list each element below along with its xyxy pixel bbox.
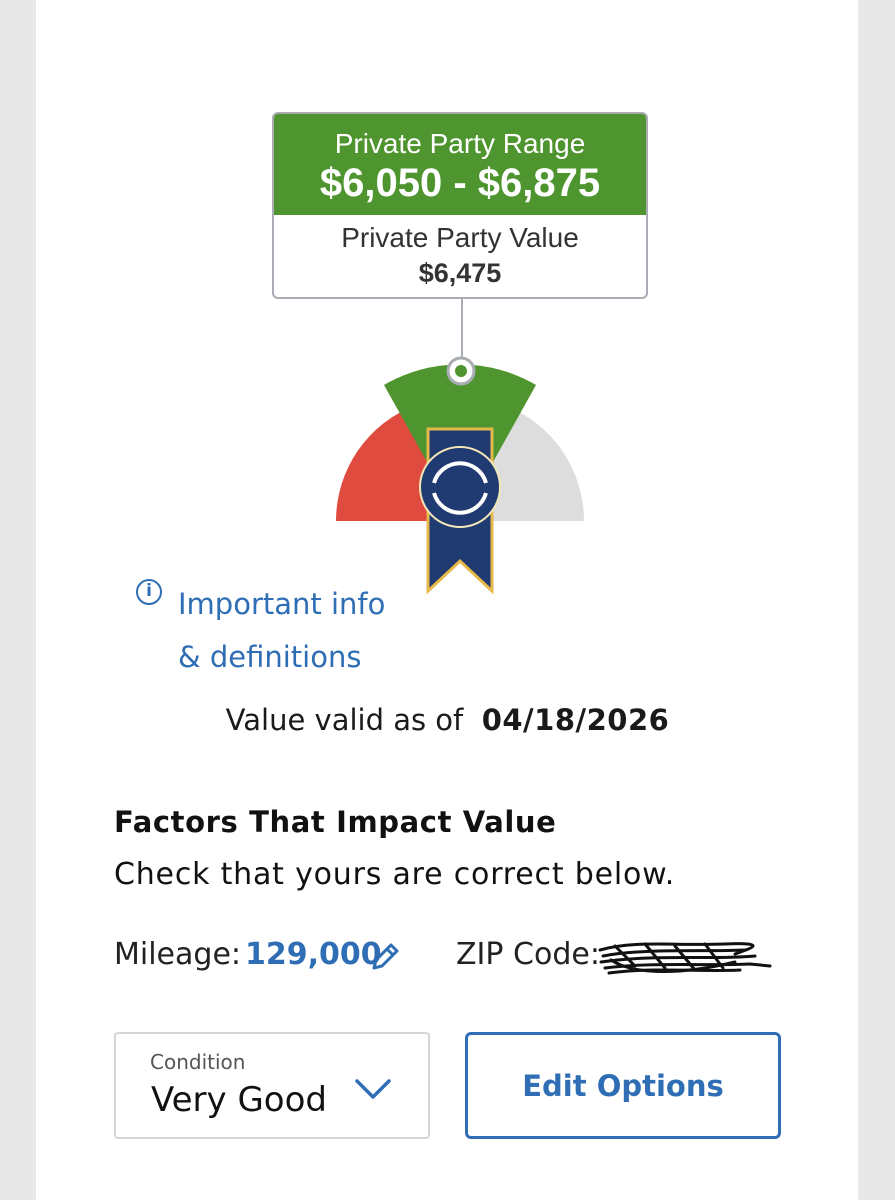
important-info-link[interactable]: Important info & definitions xyxy=(178,578,418,684)
value-gauge xyxy=(335,356,584,595)
zip-code-label: ZIP Code: xyxy=(456,937,600,972)
valid-label: Value valid as of xyxy=(225,703,464,737)
condition-value: Very Good xyxy=(151,1080,327,1120)
mileage-label: Mileage: xyxy=(114,937,242,972)
private-party-value-amount: $6,475 xyxy=(418,258,502,288)
value-valid-date: Value valid as of 04/18/2026 xyxy=(0,703,895,737)
price-value-box: Private Party Range $6,050 - $6,875 Priv… xyxy=(272,112,648,299)
chevron-down-icon xyxy=(355,1079,391,1099)
condition-label: Condition xyxy=(150,1050,246,1074)
edit-pencil-icon[interactable] xyxy=(368,940,402,974)
info-icon[interactable]: i xyxy=(136,579,162,605)
valid-date: 04/18/2026 xyxy=(481,703,670,737)
redacted-zip-scribble xyxy=(598,942,772,975)
info-link-line2: & definitions xyxy=(178,640,362,674)
range-value: $6,050 - $6,875 xyxy=(319,161,601,205)
edit-options-button[interactable]: Edit Options xyxy=(465,1032,781,1139)
range-band: Private Party Range $6,050 - $6,875 xyxy=(274,114,646,215)
gauge-connector-line xyxy=(461,299,463,359)
private-party-value-label: Private Party Value xyxy=(341,222,579,253)
badge-seal-icon xyxy=(419,446,501,528)
range-label: Private Party Range xyxy=(334,128,586,159)
factors-subtitle: Check that yours are correct below. xyxy=(114,857,676,892)
info-link-line1: Important info xyxy=(178,587,386,621)
condition-select[interactable]: Condition Very Good xyxy=(114,1032,430,1139)
factors-title: Factors That Impact Value xyxy=(114,805,557,839)
mileage-value[interactable]: 129,000 xyxy=(245,937,382,972)
